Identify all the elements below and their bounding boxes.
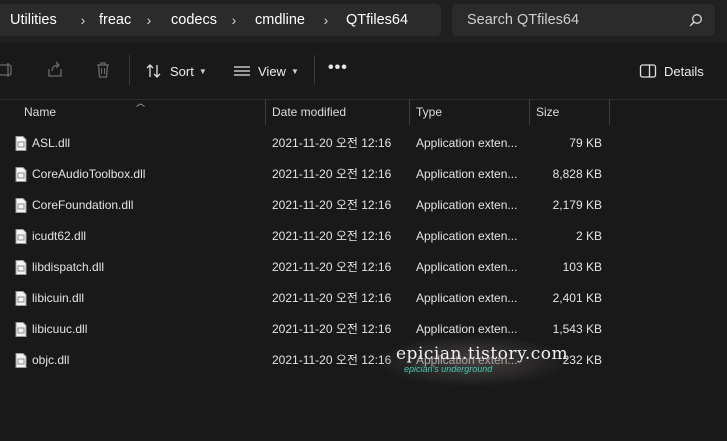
command-bar: Sort ▼ View ▼ ••• Details [0,43,727,100]
search-box[interactable]: Search QTfiles64 [452,4,715,36]
chevron-down-icon: ▼ [290,66,299,76]
file-name: libicuin.dll [32,291,85,305]
column-divider[interactable] [529,99,530,125]
details-pane-button[interactable]: Details [639,57,704,85]
file-row[interactable]: icudt62.dll 2021-11-20 오전 12:16 Applicat… [0,221,727,252]
dll-file-icon [15,198,27,213]
share-icon[interactable] [45,60,65,80]
column-header: ︿ Name Date modified Type Size [0,98,727,125]
breadcrumb-item-freac[interactable]: freac [99,4,131,36]
details-pane-icon [639,64,657,78]
sort-icon [146,64,161,78]
address-bar-row: Utilities › freac › codecs › cmdline › Q… [0,0,727,43]
column-type[interactable]: Type [416,99,442,125]
file-size: 8,828 KB [552,167,602,181]
search-icon[interactable] [689,13,703,27]
file-type: Application exten... [416,229,518,243]
file-name: ASL.dll [32,136,71,150]
column-divider[interactable] [265,99,266,125]
dll-file-icon [15,353,27,368]
file-name: objc.dll [32,353,70,367]
dll-file-icon [15,260,27,275]
chevron-right-icon[interactable]: › [226,4,242,36]
dll-file-icon [15,167,27,182]
file-row[interactable]: libicuin.dll 2021-11-20 오전 12:16 Applica… [0,283,727,314]
delete-icon[interactable] [93,60,113,80]
column-name[interactable]: Name [24,99,56,125]
file-name: libdispatch.dll [32,260,105,274]
breadcrumb-item-cmdline[interactable]: cmdline [255,4,305,36]
file-size: 103 KB [562,260,602,274]
file-row[interactable]: CoreFoundation.dll 2021-11-20 오전 12:16 A… [0,190,727,221]
breadcrumb-item-qtfiles64[interactable]: QTfiles64 [346,4,408,36]
rename-icon[interactable] [0,60,16,80]
dll-file-icon [15,229,27,244]
toolbar-separator [129,55,130,85]
file-date: 2021-11-20 오전 12:16 [272,229,392,243]
file-name: icudt62.dll [32,229,87,243]
dll-file-icon [15,291,27,306]
file-size: 2,401 KB [552,291,602,305]
file-date: 2021-11-20 오전 12:16 [272,353,392,367]
file-date: 2021-11-20 오전 12:16 [272,291,392,305]
more-options-button[interactable]: ••• [328,57,348,85]
view-label: View [258,63,286,79]
column-date-modified[interactable]: Date modified [272,99,346,125]
breadcrumb-item-utilities[interactable]: Utilities [10,4,57,36]
file-row[interactable]: objc.dll 2021-11-20 오전 12:16 Application… [0,345,727,376]
dll-file-icon [15,322,27,337]
file-row[interactable]: libicuuc.dll 2021-11-20 오전 12:16 Applica… [0,314,727,345]
file-date: 2021-11-20 오전 12:16 [272,260,392,274]
file-name: CoreAudioToolbox.dll [32,167,146,181]
file-row[interactable]: CoreAudioToolbox.dll 2021-11-20 오전 12:16… [0,159,727,190]
chevron-down-icon: ▼ [198,66,207,76]
file-row[interactable]: libdispatch.dll 2021-11-20 오전 12:16 Appl… [0,252,727,283]
file-type: Application exten... [416,291,518,305]
watermark-subtext: epician's underground [404,364,493,374]
watermark: epician.tistory.com epician's undergroun… [380,330,570,390]
file-type: Application exten... [416,198,518,212]
view-button[interactable]: View ▼ [233,57,299,85]
dll-file-icon [15,136,27,151]
search-input[interactable]: Search QTfiles64 [467,4,579,36]
file-row[interactable]: ASL.dll 2021-11-20 오전 12:16 Application … [0,128,727,159]
file-size: 2,179 KB [552,198,602,212]
file-type: Application exten... [416,260,518,274]
breadcrumb-item-codecs[interactable]: codecs [171,4,217,36]
file-name: libicuuc.dll [32,322,88,336]
view-icon [234,66,250,76]
details-label: Details [664,63,704,79]
breadcrumb[interactable]: Utilities › freac › codecs › cmdline › Q… [0,4,441,36]
file-type: Application exten... [416,136,518,150]
file-name: CoreFoundation.dll [32,198,134,212]
chevron-right-icon[interactable]: › [141,4,157,36]
chevron-right-icon[interactable]: › [318,4,334,36]
file-date: 2021-11-20 오전 12:16 [272,198,392,212]
chevron-right-icon[interactable]: › [75,4,91,36]
file-date: 2021-11-20 오전 12:16 [272,167,392,181]
file-list: ASL.dll 2021-11-20 오전 12:16 Application … [0,128,727,376]
column-size[interactable]: Size [536,99,559,125]
file-size: 2 KB [575,229,602,243]
sort-label: Sort [170,63,194,79]
sort-button[interactable]: Sort ▼ [145,57,207,85]
toolbar-separator [314,55,315,85]
column-divider[interactable] [409,99,410,125]
column-divider[interactable] [609,99,610,125]
watermark-text: epician.tistory.com [396,344,569,364]
file-size: 79 KB [569,136,602,150]
file-type: Application exten... [416,167,518,181]
file-date: 2021-11-20 오전 12:16 [272,322,392,336]
sort-ascending-icon: ︿ [136,98,146,108]
file-date: 2021-11-20 오전 12:16 [272,136,392,150]
